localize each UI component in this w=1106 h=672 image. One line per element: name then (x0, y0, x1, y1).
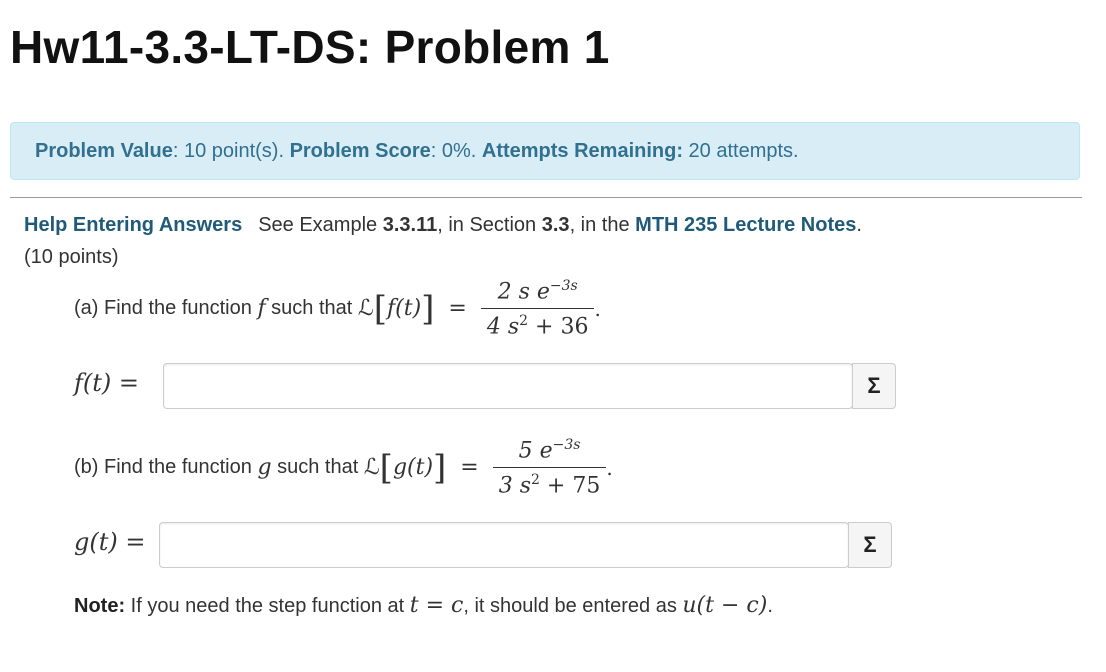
fraction-b-denominator: 3 s2 + 75 (493, 468, 607, 498)
part-a-var: f (257, 296, 266, 322)
part-b-period: . (606, 455, 613, 480)
note-text-1: If you need the step function at (125, 595, 410, 617)
fraction-a: 2 s e−3s 4 s2 + 36 (480, 278, 595, 340)
fraction-b: 5 e−3s 3 s2 + 75 (492, 437, 607, 499)
denominator-b-exp: 2 (531, 472, 540, 489)
denominator-b-tail: + 75 (539, 473, 601, 499)
part-b-var: g (257, 455, 272, 481)
help-line: Help Entering Answers See Example 3.3.11,… (24, 214, 862, 237)
part-a-middle: such that (265, 297, 358, 320)
denominator-a-base: 4 s (486, 314, 520, 340)
help-entering-answers-link[interactable]: Help Entering Answers (24, 214, 242, 236)
part-b-prefix: (b) Find the function (74, 456, 258, 479)
note-math-1: t = c (409, 593, 464, 618)
page-title: Hw11-3.3-LT-DS: Problem 1 (10, 21, 610, 73)
numerator-a-exp: −3s (549, 278, 578, 294)
problem-info-banner: Problem Value: 10 point(s). Problem Scor… (10, 122, 1080, 180)
equals-b: = (460, 455, 479, 481)
problem-score-label: Problem Score (289, 139, 431, 162)
help-mid2-text: , in the (569, 214, 636, 236)
problem-value-label: Problem Value (35, 139, 173, 162)
answer-a-label: f(t) = (74, 369, 139, 397)
divider (10, 197, 1082, 198)
left-bracket-b: [ (379, 447, 393, 488)
part-a-period: . (594, 296, 601, 321)
right-bracket-a: ] (421, 288, 435, 329)
denominator-a-tail: + 36 (528, 314, 589, 340)
part-b-middle: such that (271, 456, 364, 479)
part-b-prompt: (b) Find the function g such that ℒ [g(t… (74, 437, 613, 499)
answer-a-input[interactable] (163, 363, 853, 409)
left-bracket-a: [ (373, 288, 387, 329)
right-bracket-b: ] (433, 447, 447, 488)
equation-editor-button-b[interactable]: Σ (848, 522, 892, 568)
help-mid-text: , in Section (437, 214, 542, 236)
example-number: 3.3.11 (382, 214, 438, 236)
numerator-b-exp: −3s (552, 437, 581, 453)
laplace-symbol-a: ℒ (357, 296, 374, 322)
denominator-a-exp: 2 (519, 313, 529, 330)
part-a-prefix: (a) Find the function (74, 297, 258, 320)
sigma-icon: Σ (863, 532, 877, 557)
part-a-prompt: (a) Find the function f such that ℒ [f(t… (74, 278, 601, 340)
fraction-a-denominator: 4 s2 + 36 (481, 309, 595, 339)
note-line: Note: If you need the step function at t… (74, 593, 773, 618)
sigma-icon: Σ (867, 373, 881, 398)
fraction-b-numerator: 5 e−3s (513, 437, 587, 467)
answer-b-input[interactable] (159, 522, 849, 568)
numerator-b-coef: 5 e (518, 438, 553, 464)
problem-score-text: : 0%. (430, 139, 482, 162)
lecture-notes-name: MTH 235 Lecture Notes (635, 214, 857, 236)
equals-a: = (448, 296, 467, 322)
attempts-remaining-text: 20 attempts. (683, 139, 799, 162)
part-a-arg: f(t) (387, 296, 422, 322)
note-text-3: . (767, 595, 773, 617)
attempts-remaining-label: Attempts Remaining: (481, 139, 683, 162)
help-see-text: See Example (258, 214, 383, 236)
note-text-2: , it should be entered as (463, 595, 683, 617)
section-number: 3.3 (541, 214, 570, 236)
problem-value-text: : 10 point(s). (172, 139, 290, 162)
note-label: Note: (74, 595, 126, 617)
part-b-arg: g(t) (392, 455, 434, 481)
equation-editor-button-a[interactable]: Σ (852, 363, 896, 409)
numerator-a-coef: 2 s e (497, 279, 550, 305)
note-math-2: u(t − c) (682, 593, 768, 618)
fraction-a-numerator: 2 s e−3s (492, 278, 584, 308)
denominator-b-base: 3 s (498, 473, 532, 499)
points-label: (10 points) (24, 246, 119, 268)
help-end-text: . (856, 214, 862, 236)
answer-b-label: g(t) = (74, 528, 146, 556)
laplace-symbol-b: ℒ (363, 455, 380, 481)
